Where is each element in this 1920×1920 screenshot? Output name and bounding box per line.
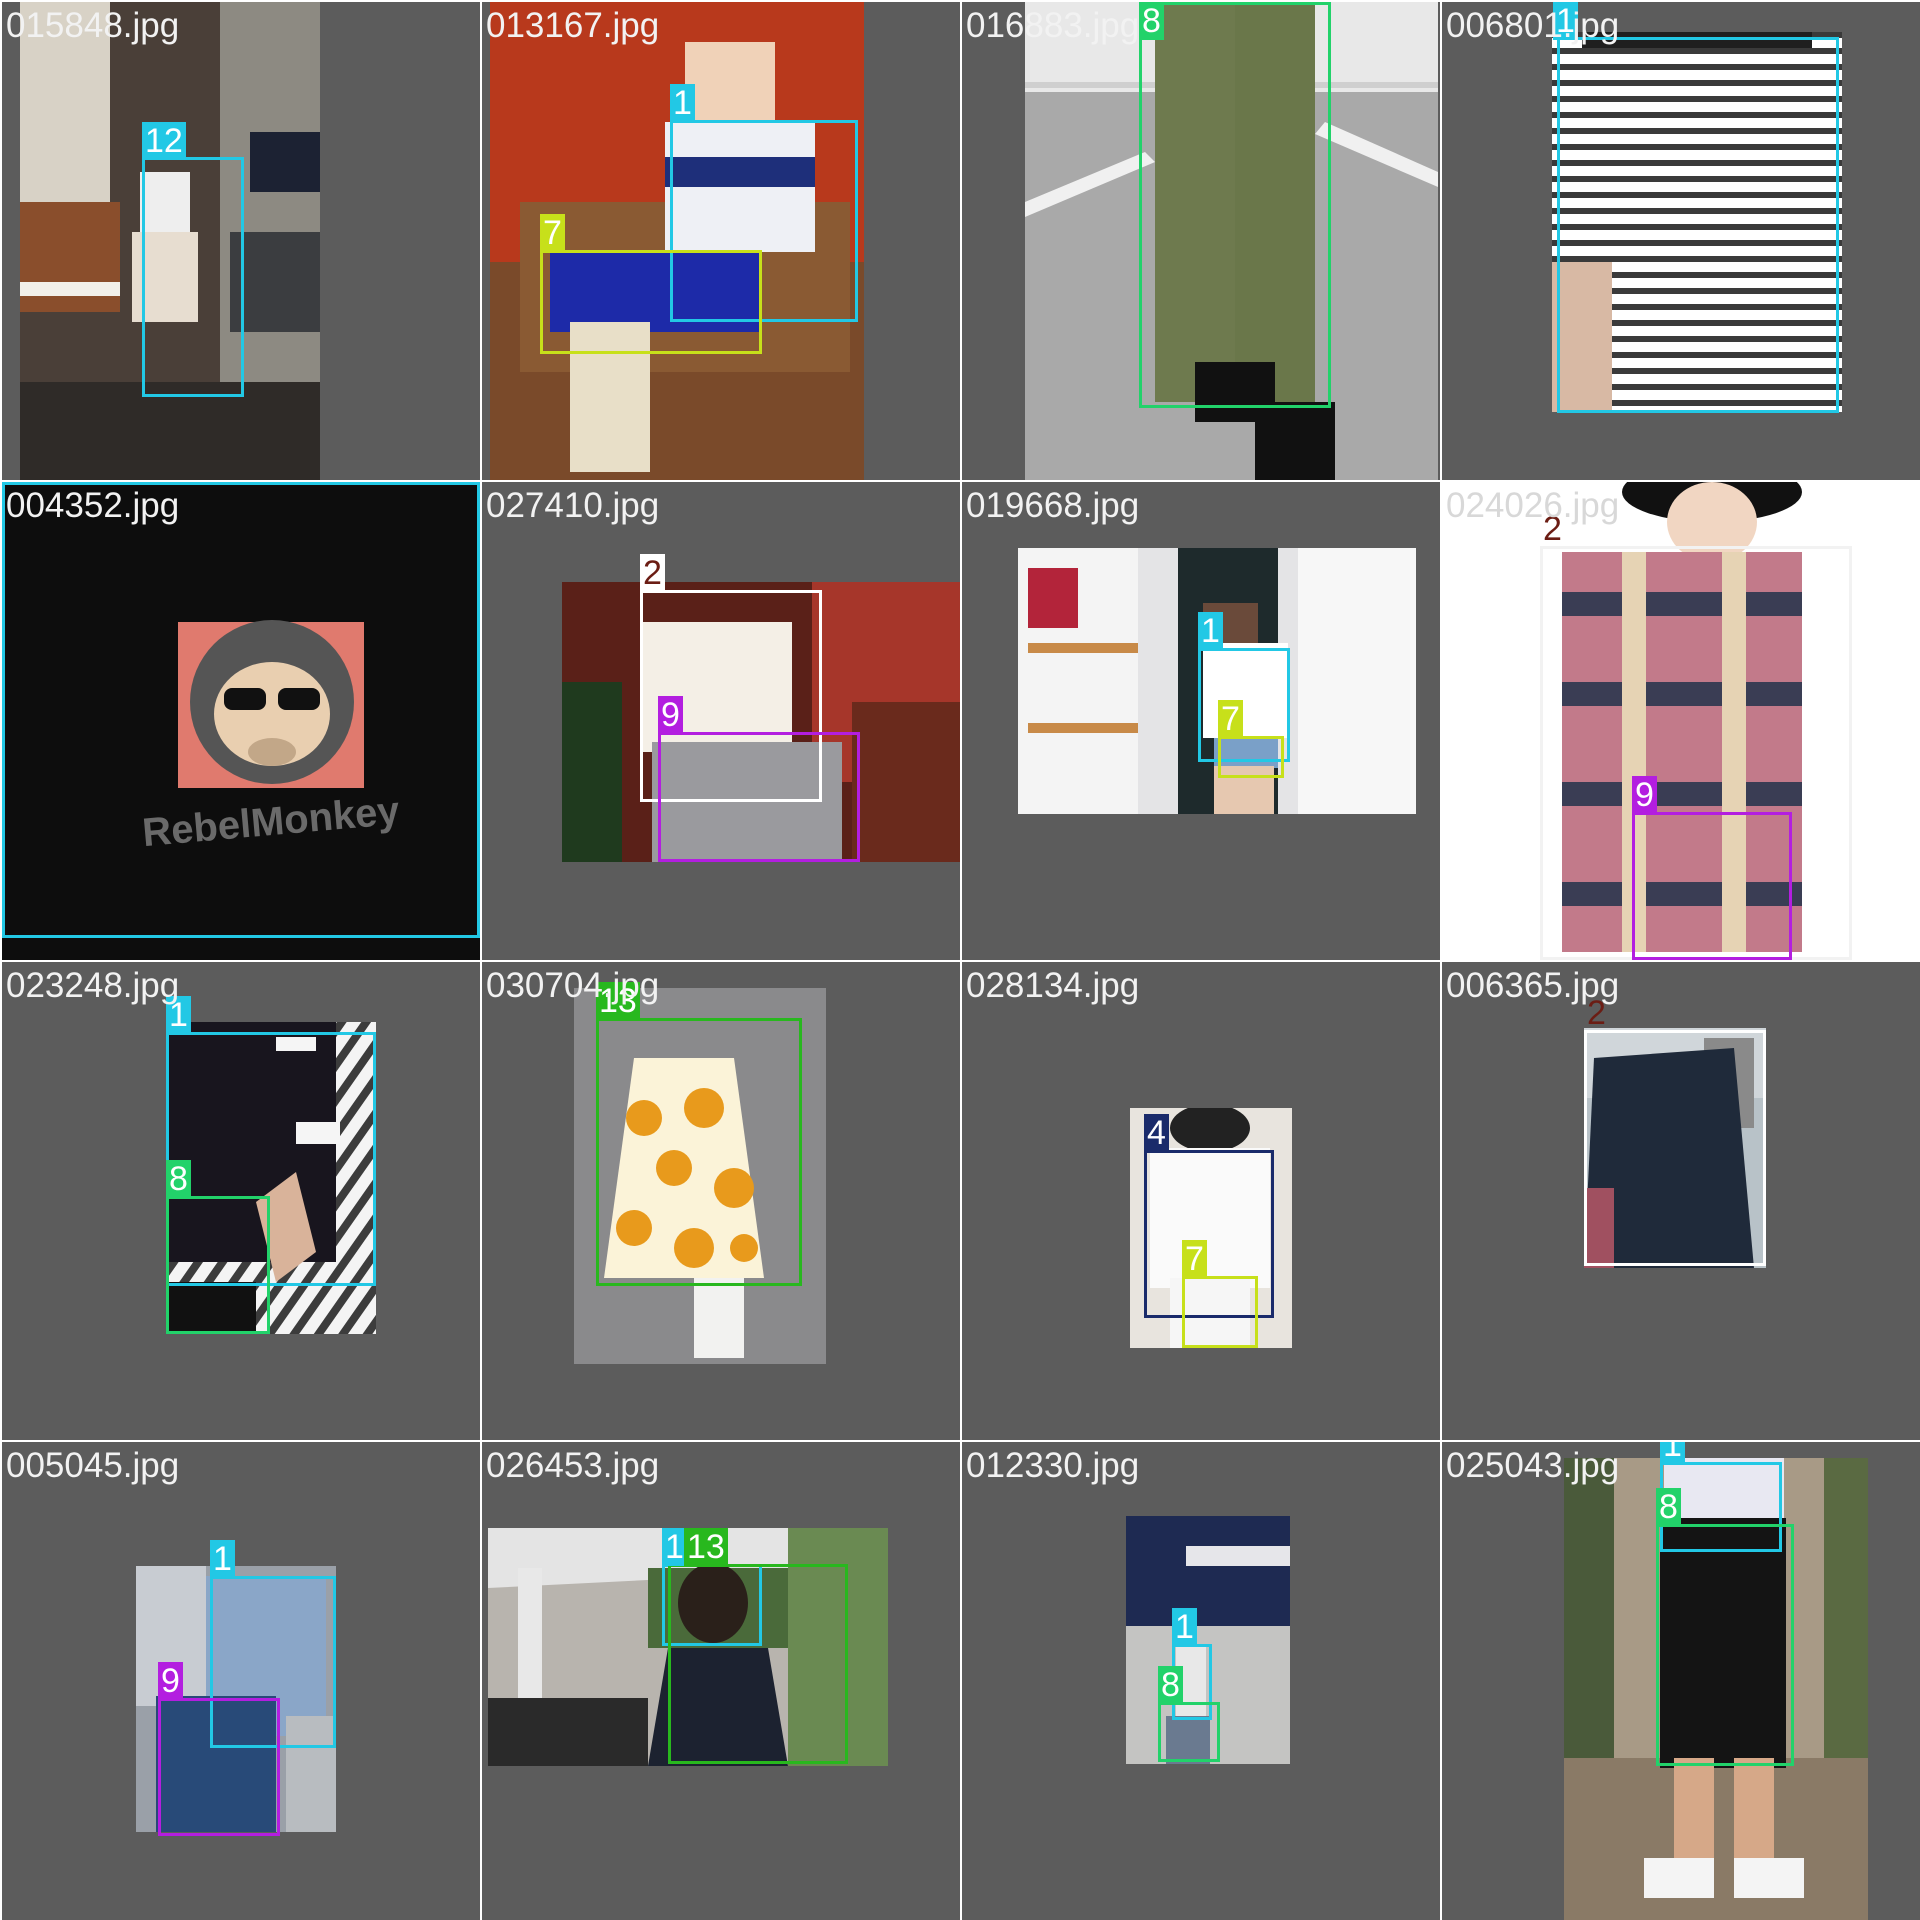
bbox-label: 8 — [166, 1160, 191, 1198]
bbox-13 — [596, 1018, 802, 1286]
tile-filename: 012330.jpg — [966, 1446, 1140, 1485]
tile-filename: 024026.jpg — [1446, 486, 1620, 525]
tile-filename: 027410.jpg — [486, 486, 660, 525]
tile-filename: 013167.jpg — [486, 6, 660, 45]
bbox-13 — [668, 1564, 848, 1764]
tile[interactable]: 005045.jpg 1 9 — [2, 1442, 480, 1920]
tile-filename: 028134.jpg — [966, 966, 1140, 1005]
bbox-9 — [1632, 812, 1792, 960]
bbox-label: 1 — [1660, 1442, 1685, 1464]
bbox-7 — [1182, 1276, 1258, 1348]
bbox-7 — [1218, 736, 1284, 778]
tile[interactable]: 015848.jpg 12 — [2, 2, 480, 480]
tile-filename: 030704.jpg — [486, 966, 660, 1005]
tile-filename: 016883.jpg — [966, 6, 1140, 45]
bbox-8 — [1656, 1524, 1794, 1766]
bbox-label: 12 — [142, 122, 186, 160]
bbox-1 — [1557, 37, 1839, 413]
bbox-label: 8 — [1158, 1666, 1183, 1704]
bbox-1 — [2, 482, 480, 938]
bbox-label: 9 — [1632, 776, 1657, 814]
bbox-8 — [1139, 2, 1331, 408]
tile[interactable]: 006365.jpg 2 — [1442, 962, 1920, 1440]
tile[interactable]: 004352.jpg RebelMonkey 1 — [2, 482, 480, 960]
tile-filename: 004352.jpg — [6, 486, 180, 525]
mosaic-grid: 015848.jpg 12 013167.jpg 1 7 016883.jpg … — [0, 0, 1920, 1920]
tile[interactable]: 028134.jpg 4 7 — [962, 962, 1440, 1440]
tile-filename: 005045.jpg — [6, 1446, 180, 1485]
bbox-label: 9 — [158, 1662, 183, 1700]
bbox-12 — [142, 157, 244, 397]
tile-filename: 015848.jpg — [6, 6, 180, 45]
tile-filename: 025043.jpg — [1446, 1446, 1620, 1485]
bbox-label: 7 — [1218, 700, 1243, 738]
tile[interactable]: 012330.jpg 1 8 — [962, 1442, 1440, 1920]
bbox-label: 7 — [540, 214, 565, 252]
tile-filename: 006801.jpg — [1446, 6, 1620, 45]
bbox-label: 2 — [640, 554, 665, 592]
bbox-label: 1 — [1198, 612, 1223, 650]
tile[interactable]: 024026.jpg 2 9 — [1442, 482, 1920, 960]
tile-filename: 006365.jpg — [1446, 966, 1620, 1005]
tile[interactable]: 030704.jpg 13 — [482, 962, 960, 1440]
tile[interactable]: 006801.jpg 1 — [1442, 2, 1920, 480]
tile[interactable]: 026453.jpg 1 13 — [482, 1442, 960, 1920]
bbox-7 — [540, 250, 762, 354]
bbox-label: 1 — [210, 1540, 235, 1578]
tile[interactable]: 019668.jpg 1 7 — [962, 482, 1440, 960]
bbox-label: 13 — [684, 1528, 728, 1566]
tile-filename: 026453.jpg — [486, 1446, 660, 1485]
bbox-2 — [1584, 1030, 1766, 1266]
bbox-label: 9 — [658, 696, 683, 734]
tile[interactable]: 013167.jpg 1 7 — [482, 2, 960, 480]
bbox-label: 4 — [1144, 1114, 1169, 1152]
tile[interactable]: 027410.jpg 2 9 — [482, 482, 960, 960]
tile[interactable]: 023248.jpg 1 8 — [2, 962, 480, 1440]
bbox-8 — [166, 1196, 270, 1334]
bbox-9 — [658, 732, 860, 862]
bbox-label: 7 — [1182, 1240, 1207, 1278]
bbox-label: 1 — [670, 84, 695, 122]
bbox-8 — [1158, 1702, 1220, 1762]
tile[interactable]: 025043.jpg 1 8 — [1442, 1442, 1920, 1920]
bbox-9 — [158, 1698, 280, 1836]
tile-filename: 023248.jpg — [6, 966, 180, 1005]
bbox-label: 8 — [1139, 2, 1164, 40]
bbox-label: 8 — [1656, 1488, 1681, 1526]
tile-filename: 019668.jpg — [966, 486, 1140, 525]
bbox-label: 1 — [1172, 1608, 1197, 1646]
tile[interactable]: 016883.jpg 8 — [962, 2, 1440, 480]
